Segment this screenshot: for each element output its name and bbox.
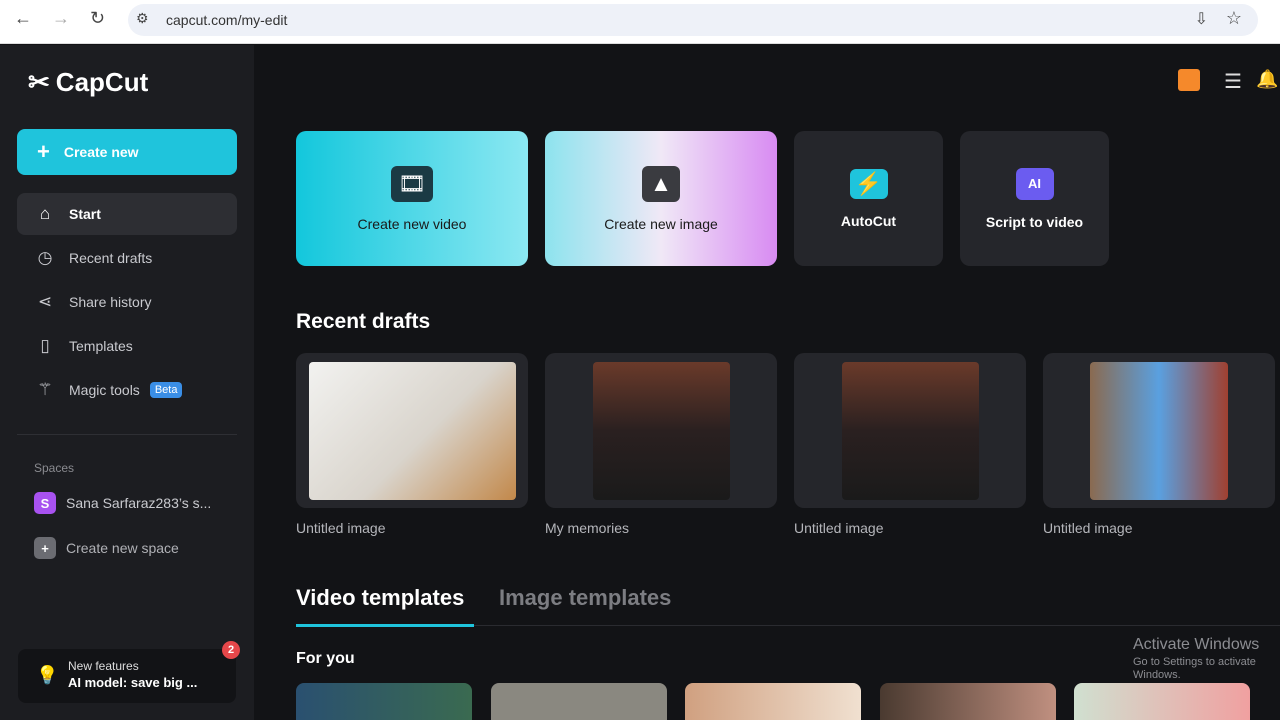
label: Start — [69, 206, 101, 222]
draft-card[interactable] — [545, 353, 777, 508]
main-content: ☰ 🔔 🎞 Create new video ▲ Create new image … — [254, 45, 1280, 720]
create-new-space-button[interactable]: + Create new space — [34, 537, 179, 559]
beta-badge: Beta — [149, 382, 183, 398]
for-you-heading: For you — [296, 650, 355, 667]
template-card[interactable] — [1074, 683, 1250, 720]
forward-icon[interactable]: → — [52, 8, 70, 29]
template-card[interactable] — [880, 683, 1056, 720]
draft-thumbnail — [592, 361, 730, 500]
create-new-image-card[interactable]: ▲ Create new image — [545, 131, 777, 266]
template-card[interactable] — [685, 683, 861, 720]
draft-thumbnail — [841, 361, 979, 500]
tab-image-templates[interactable]: Image templates — [499, 585, 671, 611]
plus-icon: + — [37, 139, 50, 164]
recent-drafts-heading: Recent drafts — [296, 310, 431, 333]
features-text: AI model: save big ... — [68, 675, 198, 690]
capcut-logo[interactable]: ✂ CapCut — [28, 67, 148, 98]
back-icon[interactable]: ← — [14, 8, 32, 29]
url-text[interactable]: capcut.com/my-edit — [166, 12, 287, 28]
tab-video-templates[interactable]: Video templates — [296, 585, 464, 611]
template-card[interactable] — [296, 683, 472, 720]
label: Recent drafts — [69, 250, 153, 266]
logo-text: CapCut — [55, 67, 149, 97]
magic-wand-icon: ⚚ — [37, 380, 53, 399]
gift-icon[interactable] — [1178, 69, 1200, 91]
capcut-logo-icon: ✂ — [28, 67, 50, 97]
features-title: New features — [68, 659, 139, 673]
sidebar-item-start[interactable]: ⌂ Start — [17, 193, 237, 235]
clock-icon: ◷ — [37, 248, 53, 267]
create-new-button[interactable]: + Create new — [17, 129, 237, 175]
label: Magic tools — [69, 382, 140, 398]
sidebar-item-magic-tools[interactable]: ⚚ Magic tools Beta — [17, 369, 237, 411]
label: Script to video — [985, 213, 1084, 230]
lightbulb-icon: 💡 — [36, 665, 59, 685]
home-icon: ⌂ — [39, 204, 51, 223]
bell-icon[interactable]: 🔔 — [1256, 69, 1278, 90]
create-new-label: Create new — [63, 144, 139, 160]
label: Create new image — [604, 215, 718, 232]
create-new-video-card[interactable]: 🎞 Create new video — [296, 131, 528, 266]
draft-thumbnail — [308, 361, 516, 500]
draft-card[interactable] — [1043, 353, 1275, 508]
bookmark-star-icon[interactable]: ☆ — [1226, 8, 1242, 29]
label: Templates — [69, 338, 133, 354]
sidebar-item-share-history[interactable]: ⋖ Share history — [17, 281, 237, 323]
autocut-icon: ⚡ — [849, 168, 888, 199]
space-name: Sana Sarfaraz283’s s... — [66, 495, 212, 511]
draft-card[interactable] — [296, 353, 528, 508]
sidebar-item-recent-drafts[interactable]: ◷ Recent drafts — [17, 237, 237, 279]
space-item[interactable]: S Sana Sarfaraz283’s s... — [34, 492, 211, 514]
draft-thumbnail — [1090, 361, 1228, 500]
reload-icon[interactable]: ↻ — [90, 8, 105, 29]
draft-card[interactable] — [794, 353, 1026, 508]
script-to-video-card[interactable]: AI Script to video — [960, 131, 1109, 266]
label: AutoCut — [840, 212, 897, 229]
spaces-heading: Spaces — [34, 461, 75, 475]
site-settings-icon[interactable]: ⚙ — [136, 10, 149, 27]
notification-badge: 2 — [222, 641, 240, 659]
storage-icon[interactable]: ☰ — [1224, 69, 1242, 94]
activate-windows-watermark: Activate Windows Go to Settings to activ… — [1133, 636, 1278, 682]
watermark-title: Activate Windows — [1133, 636, 1260, 653]
divider — [17, 434, 237, 435]
space-avatar: S — [34, 492, 56, 514]
plus-icon: + — [34, 537, 56, 559]
label: Create new video — [357, 215, 467, 232]
image-add-icon: ▲ — [642, 165, 680, 202]
label: Share history — [69, 294, 152, 310]
browser-toolbar: ← → ↻ ⚙ capcut.com/my-edit ⇩ ☆ — [0, 0, 1280, 44]
new-features-card[interactable]: 💡 New features AI model: save big ... 2 — [18, 641, 240, 703]
address-bar[interactable]: ⚙ capcut.com/my-edit ⇩ ☆ — [128, 4, 1258, 36]
video-add-icon: 🎞 — [391, 165, 433, 202]
active-tab-indicator — [296, 624, 474, 627]
share-icon: ⋖ — [37, 292, 53, 311]
autocut-card[interactable]: ⚡ AutoCut — [794, 131, 943, 266]
template-card[interactable] — [491, 683, 667, 720]
sidebar-item-templates[interactable]: ▯ Templates — [17, 325, 237, 367]
draft-title[interactable]: Untitled image — [296, 520, 386, 536]
draft-title[interactable]: Untitled image — [1043, 520, 1133, 536]
draft-title[interactable]: My memories — [545, 520, 629, 536]
templates-icon: ▯ — [40, 336, 50, 355]
create-space-label: Create new space — [66, 540, 179, 556]
sidebar: ✂ CapCut + Create new ⌂ Start ◷ Recent draft… — [0, 45, 254, 720]
watermark-subtitle: Go to Settings to activate Windows. — [1133, 656, 1256, 681]
draft-title[interactable]: Untitled image — [794, 520, 884, 536]
script-ai-icon: AI — [1015, 167, 1054, 200]
install-app-icon[interactable]: ⇩ — [1195, 9, 1208, 29]
